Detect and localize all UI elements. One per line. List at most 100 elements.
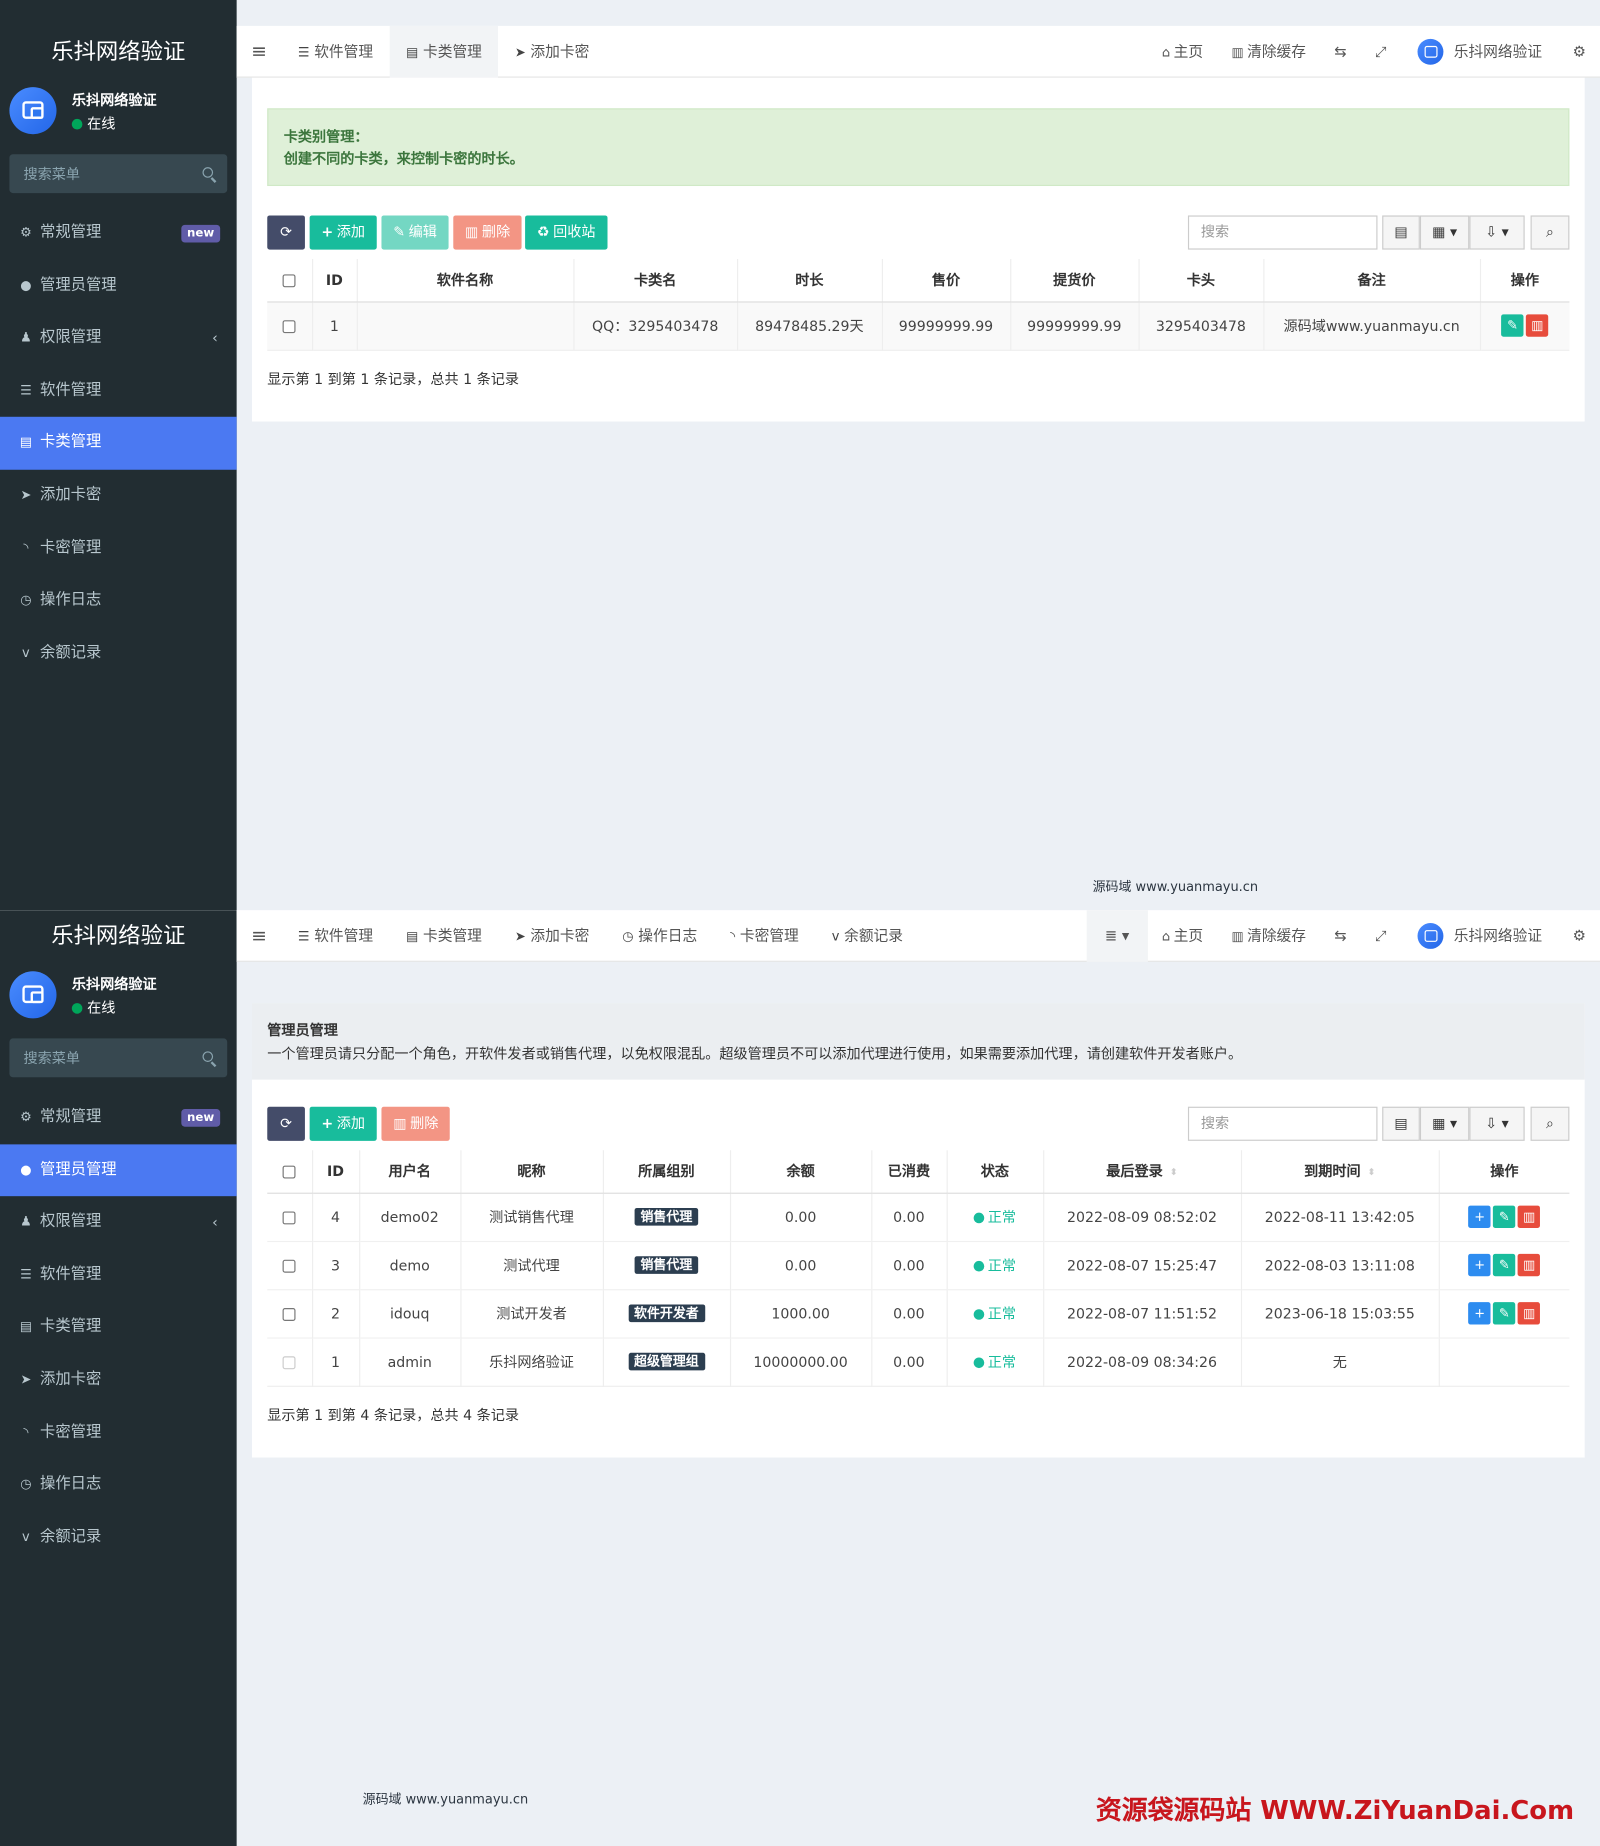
- add-sub-button[interactable]: +: [1468, 1253, 1491, 1277]
- col-balance[interactable]: 余额: [729, 1150, 872, 1194]
- col-expire[interactable]: 到期时间 ⬍: [1240, 1150, 1440, 1194]
- user-menu[interactable]: 乐抖网络验证: [1401, 910, 1559, 962]
- edit-button[interactable]: ✎ 编辑: [381, 215, 449, 250]
- select-all-checkbox[interactable]: [282, 1165, 296, 1179]
- tab-logs[interactable]: ◷ 操作日志: [606, 910, 714, 962]
- sidebar-item-card-types[interactable]: ▤ 卡类管理: [0, 417, 237, 470]
- col-card-type[interactable]: 卡类名: [573, 259, 738, 302]
- tab-card-types[interactable]: ▤ 卡类管理: [390, 910, 499, 962]
- tab-software[interactable]: ☰ 软件管理: [281, 26, 389, 78]
- col-prefix[interactable]: 卡头: [1138, 259, 1264, 302]
- sidebar-item-permissions[interactable]: ♟ 权限管理 ‹: [0, 312, 237, 365]
- language-icon[interactable]: ⇆: [1320, 910, 1361, 962]
- add-sub-button[interactable]: +: [1468, 1205, 1491, 1228]
- delete-row-button[interactable]: ▥: [1517, 1205, 1541, 1228]
- home-link[interactable]: ⌂ 主页: [1148, 910, 1217, 962]
- table-search-input[interactable]: 搜索: [1187, 215, 1378, 250]
- col-username[interactable]: 用户名: [359, 1150, 461, 1194]
- delete-row-button[interactable]: ▥: [1517, 1253, 1541, 1277]
- edit-row-button[interactable]: ✎: [1501, 314, 1524, 337]
- sidebar-search-input[interactable]: [9, 154, 228, 194]
- sidebar-search-input[interactable]: [9, 1038, 228, 1078]
- row-checkbox[interactable]: [282, 1210, 296, 1224]
- sidebar-item-cards[interactable]: ◝ 卡密管理: [0, 522, 237, 575]
- sidebar-item-general[interactable]: ⚙ 常规管理 new: [0, 1091, 237, 1144]
- sidebar-item-admins[interactable]: ● 管理员管理: [0, 260, 237, 313]
- table-row[interactable]: 2 idouq 测试开发者 软件开发者 1000.00 0.00 正常 2022-08-07 …: [267, 1288, 1570, 1338]
- search-icon[interactable]: [202, 1051, 214, 1062]
- sidebar-item-software[interactable]: ☰ 软件管理: [0, 1249, 237, 1302]
- col-remark[interactable]: 备注: [1263, 259, 1481, 302]
- sidebar-item-logs[interactable]: ◷ 操作日志: [0, 1459, 237, 1512]
- sort-icon[interactable]: ⬍: [1170, 1167, 1178, 1178]
- sidebar-item-add-cards[interactable]: ➤ 添加卡密: [0, 470, 237, 523]
- columns-icon[interactable]: ▦ ▾: [1419, 215, 1470, 250]
- tabs-dropdown-icon[interactable]: ≣ ▾: [1086, 910, 1148, 962]
- tab-balance[interactable]: v 余额记录: [815, 910, 919, 962]
- sidebar-item-admins[interactable]: ● 管理员管理: [0, 1143, 237, 1197]
- sidebar-item-logs[interactable]: ◷ 操作日志: [0, 575, 237, 628]
- delete-button[interactable]: ▥ 删除: [381, 1106, 451, 1141]
- refresh-button[interactable]: ⟳: [267, 215, 305, 250]
- sort-icon[interactable]: ⬍: [1368, 1167, 1376, 1178]
- delete-row-button[interactable]: ▥: [1526, 314, 1549, 337]
- edit-row-button[interactable]: ✎: [1493, 1205, 1516, 1228]
- toggle-view-icon[interactable]: ▤: [1382, 215, 1420, 250]
- delete-button[interactable]: ▥ 删除: [453, 215, 522, 250]
- table-search-input[interactable]: 搜索: [1187, 1106, 1378, 1141]
- settings-gear-icon[interactable]: ⚙: [1559, 910, 1600, 962]
- col-pickup-price[interactable]: 提货价: [1010, 259, 1140, 302]
- sidebar-item-cards[interactable]: ◝ 卡密管理: [0, 1406, 237, 1459]
- search-icon[interactable]: [202, 167, 214, 178]
- col-spent[interactable]: 已消费: [871, 1150, 948, 1194]
- settings-gear-icon[interactable]: ⚙: [1559, 26, 1600, 78]
- export-icon[interactable]: ⇩ ▾: [1469, 1106, 1525, 1141]
- col-group[interactable]: 所属组别: [602, 1150, 731, 1194]
- sidebar-item-balance[interactable]: v 余额记录: [0, 1511, 237, 1564]
- row-checkbox[interactable]: [282, 319, 296, 333]
- columns-icon[interactable]: ▦ ▾: [1419, 1106, 1470, 1141]
- table-row[interactable]: 4 demo02 测试销售代理 销售代理 0.00 0.00 正常 2022-08-09 08…: [267, 1192, 1570, 1241]
- home-link[interactable]: ⌂ 主页: [1148, 26, 1217, 78]
- sidebar-item-card-types[interactable]: ▤ 卡类管理: [0, 1301, 237, 1354]
- sidebar-item-balance[interactable]: v 余额记录: [0, 627, 237, 680]
- col-last-login[interactable]: 最后登录 ⬍: [1043, 1150, 1242, 1194]
- select-all-checkbox[interactable]: [282, 274, 296, 287]
- col-id[interactable]: ID: [311, 1150, 360, 1194]
- search-icon[interactable]: ⌕: [1530, 215, 1570, 250]
- col-status[interactable]: 状态: [946, 1150, 1044, 1194]
- clear-cache-button[interactable]: ▥ 清除缓存: [1217, 910, 1320, 962]
- export-icon[interactable]: ⇩ ▾: [1469, 215, 1525, 250]
- col-nickname[interactable]: 昵称: [460, 1150, 604, 1194]
- sidebar-item-add-cards[interactable]: ➤ 添加卡密: [0, 1354, 237, 1407]
- sidebar-item-software[interactable]: ☰ 软件管理: [0, 365, 237, 418]
- col-price[interactable]: 售价: [881, 259, 1011, 302]
- tab-software[interactable]: ☰ 软件管理: [281, 910, 389, 962]
- menu-toggle-icon[interactable]: ≡: [237, 910, 282, 962]
- row-checkbox[interactable]: [282, 1259, 296, 1273]
- sidebar-item-permissions[interactable]: ♟ 权限管理 ‹: [0, 1196, 237, 1249]
- edit-row-button[interactable]: ✎: [1493, 1253, 1516, 1277]
- tab-add-cards[interactable]: ➤ 添加卡密: [498, 910, 605, 962]
- tab-card-types[interactable]: ▤ 卡类管理: [389, 25, 499, 78]
- add-sub-button[interactable]: +: [1468, 1302, 1491, 1325]
- clear-cache-button[interactable]: ▥ 清除缓存: [1217, 26, 1320, 78]
- sidebar-item-general[interactable]: ⚙ 常规管理 new: [0, 207, 237, 260]
- row-checkbox[interactable]: [282, 1307, 296, 1321]
- col-id[interactable]: ID: [311, 259, 358, 302]
- table-row[interactable]: 3 demo 测试代理 销售代理 0.00 0.00 正常 2022-08-07 15:25:…: [267, 1240, 1570, 1290]
- fullscreen-icon[interactable]: ⤢: [1361, 910, 1401, 962]
- search-icon[interactable]: ⌕: [1530, 1106, 1570, 1141]
- language-icon[interactable]: ⇆: [1320, 26, 1361, 78]
- add-button[interactable]: + 添加: [309, 215, 377, 250]
- user-menu[interactable]: 乐抖网络验证: [1401, 26, 1559, 78]
- col-software[interactable]: 软件名称: [356, 259, 574, 302]
- brand-logo[interactable]: 乐抖网络验证: [0, 910, 237, 962]
- fullscreen-icon[interactable]: ⤢: [1361, 26, 1401, 78]
- table-row[interactable]: 1 admin 乐抖网络验证 超级管理组 10000000.00 0.00 正常 2022-0…: [267, 1336, 1570, 1387]
- tab-cards[interactable]: ◝ 卡密管理: [714, 910, 816, 962]
- table-row[interactable]: 1 QQ：3295403478 89478485.29天 99999999.99…: [267, 300, 1570, 351]
- col-duration[interactable]: 时长: [737, 259, 883, 302]
- menu-toggle-icon[interactable]: ≡: [237, 26, 282, 78]
- edit-row-button[interactable]: ✎: [1493, 1302, 1516, 1325]
